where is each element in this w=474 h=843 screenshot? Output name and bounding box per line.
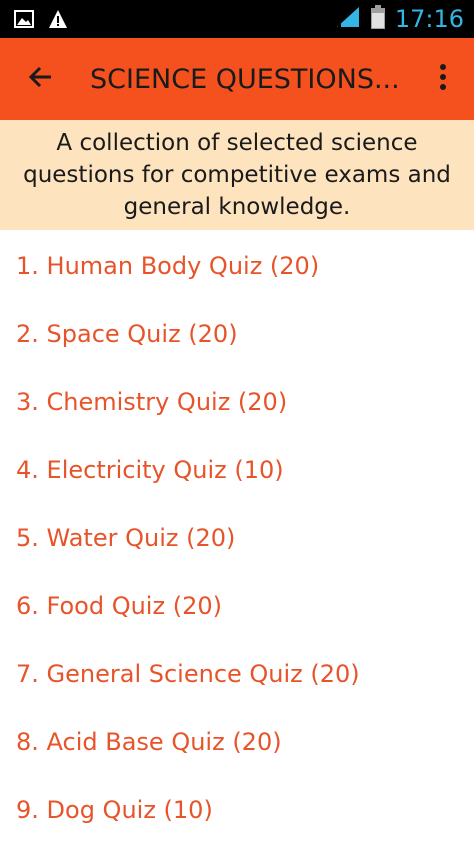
notification-icons xyxy=(14,9,68,33)
quiz-item-general-science[interactable]: 7. General Science Quiz (20) xyxy=(0,640,474,708)
system-icons: 17:16 xyxy=(335,4,464,34)
quiz-item-acid-base[interactable]: 8. Acid Base Quiz (20) xyxy=(0,708,474,776)
quiz-item-chemistry[interactable]: 3. Chemistry Quiz (20) xyxy=(0,368,474,436)
quiz-item-dog[interactable]: 9. Dog Quiz (10) xyxy=(0,776,474,843)
signal-icon xyxy=(335,5,361,33)
quiz-item-space[interactable]: 2. Space Quiz (20) xyxy=(0,300,474,368)
back-button[interactable] xyxy=(18,56,64,102)
quiz-item-human-body[interactable]: 1. Human Body Quiz (20) xyxy=(0,232,474,300)
more-vert-icon xyxy=(439,63,447,95)
quiz-item-electricity[interactable]: 4. Electricity Quiz (10) xyxy=(0,436,474,504)
status-time: 17:16 xyxy=(394,5,464,33)
arrow-back-icon xyxy=(27,63,55,95)
overflow-menu-button[interactable] xyxy=(426,56,460,102)
battery-icon xyxy=(370,5,385,33)
description-text: A collection of selected science questio… xyxy=(23,130,451,220)
description-banner: A collection of selected science questio… xyxy=(0,120,474,230)
quiz-item-water[interactable]: 5. Water Quiz (20) xyxy=(0,504,474,572)
image-notification-icon xyxy=(14,9,34,33)
status-bar: 17:16 xyxy=(0,0,474,38)
app-bar: SCIENCE QUESTIONS... xyxy=(0,38,474,120)
quiz-item-food[interactable]: 6. Food Quiz (20) xyxy=(0,572,474,640)
warning-icon xyxy=(48,9,68,33)
page-title: SCIENCE QUESTIONS... xyxy=(90,64,400,95)
quiz-list: 1. Human Body Quiz (20) 2. Space Quiz (2… xyxy=(0,232,474,843)
